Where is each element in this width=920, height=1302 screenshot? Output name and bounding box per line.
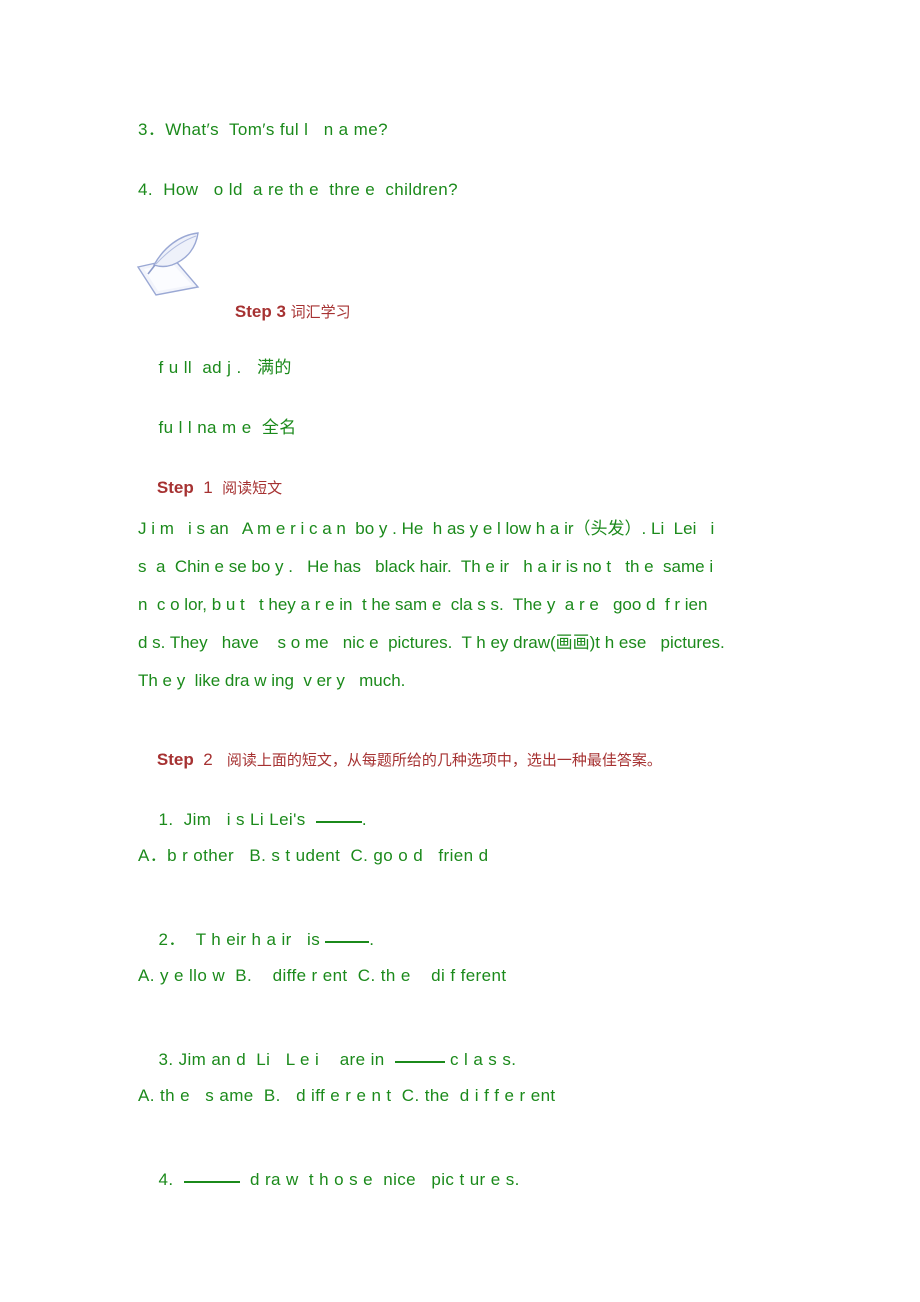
passage-line: Th e y like dra w ing v er y much. xyxy=(138,671,406,690)
question-number: 3. xyxy=(158,1050,174,1069)
answer-blank[interactable] xyxy=(183,1181,240,1183)
passage-line: n c o lor, b u t t hey a r e in t he sam… xyxy=(138,595,708,614)
step2-instruction: 阅读上面的短文，从每题所给的几种选项中，选出一种最佳答案。 xyxy=(226,752,662,769)
passage-line: s a Chin e se bo y . He has black hair. … xyxy=(138,557,714,576)
question-line-4: 4. How o ld a re th e thre e children? xyxy=(138,180,458,199)
step3-title: 词汇学习 xyxy=(290,304,351,321)
step1-number: 1 xyxy=(203,478,213,497)
answer-blank[interactable] xyxy=(315,821,362,823)
quill-pen-writing-icon xyxy=(134,229,206,301)
step1-label: Step xyxy=(156,478,194,497)
step2-label: Step xyxy=(156,750,194,769)
question-stem-before: T h eir h a ir is xyxy=(185,930,326,949)
answer-blank[interactable] xyxy=(325,941,370,943)
question-stem-after: d ra w t h o s e nice pic t ur e s. xyxy=(239,1170,520,1189)
question-stem-before: Jim i s Li Lei's xyxy=(173,810,316,829)
question-number: 2． xyxy=(158,930,186,949)
passage-line: J i m i s an A m e r i c a n bo y . He h… xyxy=(138,519,715,538)
mc-question-4-stem: 4. d ra w t h o s e nice pic t ur e s. xyxy=(138,1144,520,1216)
question-stem-after: c l a s s. xyxy=(444,1050,517,1069)
step2-number: 2 xyxy=(203,750,213,769)
question-stem-after: . xyxy=(361,810,368,829)
question-stem-after: . xyxy=(369,930,375,949)
mc-question-3-options[interactable]: A. th e s ame B. d iff e r e n t C. the … xyxy=(138,1084,556,1108)
step3-label: Step 3 xyxy=(234,302,286,321)
question-line-3: 3．What′s Tom′s ful l n a me? xyxy=(138,120,388,139)
vocabulary-word: f u ll ad j . xyxy=(158,358,242,377)
reading-passage: J i m i s an A m e r i c a n bo y . He h… xyxy=(138,510,802,700)
mc-question-2-options[interactable]: A. y e llo w B. diffe r ent C. th e di f… xyxy=(138,964,506,988)
vocabulary-word: fu l l na m e xyxy=(158,418,252,437)
vocabulary-meaning: 满的 xyxy=(256,358,292,377)
answer-blank[interactable] xyxy=(394,1061,445,1063)
document-page: 3．What′s Tom′s ful l n a me? 4. How o ld… xyxy=(0,0,920,1302)
question-number: 4. xyxy=(158,1170,174,1189)
passage-line: d s. They have s o me nic e pictures. T … xyxy=(138,633,725,652)
step1-title: 阅读短文 xyxy=(222,480,283,497)
vocabulary-meaning: 全名 xyxy=(261,418,297,437)
question-number: 1. xyxy=(158,810,174,829)
question-stem-before xyxy=(173,1170,183,1189)
mc-question-1-options[interactable]: A．b r other B. s t udent C. go o d frien… xyxy=(138,844,488,868)
question-stem-before: Jim an d Li L e i are in xyxy=(173,1050,395,1069)
